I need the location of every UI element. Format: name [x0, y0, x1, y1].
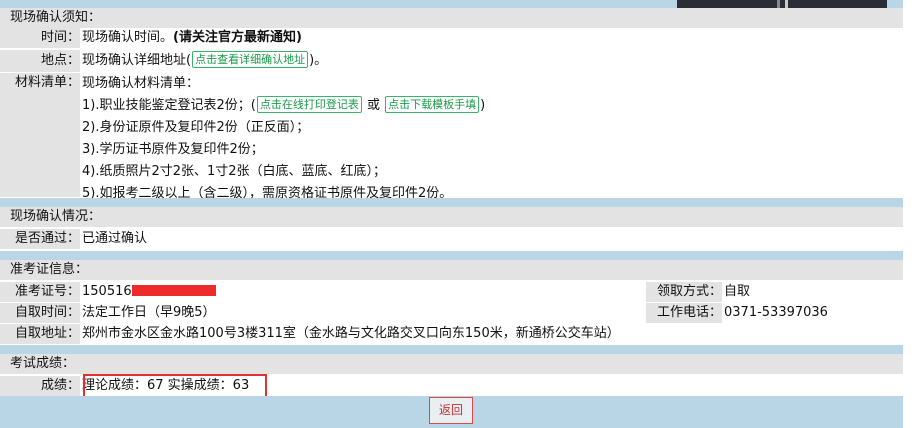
ticket-time-row: 自取时间： 法定工作日（早9晚5） 工作电话： 0371-53397036 [0, 303, 903, 323]
place-label: 地点： [0, 50, 80, 72]
notice-materials-row: 材料清单： 现场确认材料清单： 1).职业技能鉴定登记表2份；(点击在线打印登记… [0, 73, 903, 201]
pickup-method-value: 自取 [724, 282, 903, 302]
materials-list: 现场确认材料清单： 1).职业技能鉴定登记表2份；(点击在线打印登记表 或 点击… [82, 73, 903, 201]
print-form-link[interactable]: 点击在线打印登记表 [256, 96, 362, 113]
materials-label: 材料清单： [0, 73, 80, 197]
time-label: 时间： [0, 28, 80, 48]
pickup-time-label: 自取时间： [0, 303, 80, 323]
ticket-number-label: 准考证号： [0, 282, 80, 302]
notice-place-row: 地点： 现场确认详细地址(点击查看详细确认地址)。 [0, 50, 903, 72]
separator-band [0, 198, 903, 207]
notice-time-row: 时间： 现场确认时间。(请关注官方最新通知) [0, 28, 903, 48]
confirm-passed-row: 是否通过： 已通过确认 [0, 229, 903, 249]
view-address-link[interactable]: 点击查看详细确认地址 [192, 51, 309, 68]
passed-value: 已通过确认 [82, 229, 903, 249]
ticket-address-row: 自取地址： 郑州市金水区金水路100号3楼311室（金水路与文化路交叉口向东15… [0, 324, 903, 344]
address-value: 郑州市金水区金水路100号3楼311室（金水路与文化路交叉口向东150米，新通桥… [82, 324, 903, 344]
address-label: 自取地址： [0, 324, 80, 344]
passed-label: 是否通过： [0, 229, 80, 249]
separator-band [0, 251, 903, 260]
notice-section-title: 现场确认须知： [0, 8, 903, 28]
materials-item-1: 1).职业技能鉴定登记表2份；(点击在线打印登记表 或 点击下载模板手填) [82, 96, 486, 113]
separator-band [0, 345, 903, 354]
materials-intro: 现场确认材料清单： [82, 76, 200, 91]
time-value: 现场确认时间。(请关注官方最新通知) [82, 28, 903, 48]
phone-value: 0371-53397036 [724, 303, 903, 323]
pickup-time-value: 法定工作日（早9晚5） [82, 303, 633, 323]
place-value: 现场确认详细地址(点击查看详细确认地址)。 [82, 50, 903, 72]
score-highlight-box [83, 374, 267, 398]
download-template-link[interactable]: 点击下载模板手填 [385, 96, 480, 113]
phone-label: 工作电话： [646, 303, 722, 323]
redaction-bar [131, 285, 216, 296]
materials-item-2: 2).身份证原件及复印件2份（正反面）； [82, 120, 310, 135]
back-button[interactable]: 返回 [429, 397, 473, 424]
score-section-title: 考试成绩： [0, 354, 903, 374]
ticket-section-title: 准考证信息： [0, 260, 903, 280]
pickup-method-label: 领取方式： [646, 282, 722, 302]
ticket-number-row: 准考证号： 150516 领取方式： 自取 [0, 282, 903, 302]
materials-item-3: 3).学历证书原件及复印件2份； [82, 142, 264, 157]
confirm-section-title: 现场确认情况： [0, 207, 903, 227]
score-label: 成绩： [0, 376, 80, 396]
ticket-number-value: 150516 [82, 282, 633, 302]
materials-item-4: 4).纸质照片2寸2张、1寸2张（白底、蓝底、红底）； [82, 164, 387, 179]
